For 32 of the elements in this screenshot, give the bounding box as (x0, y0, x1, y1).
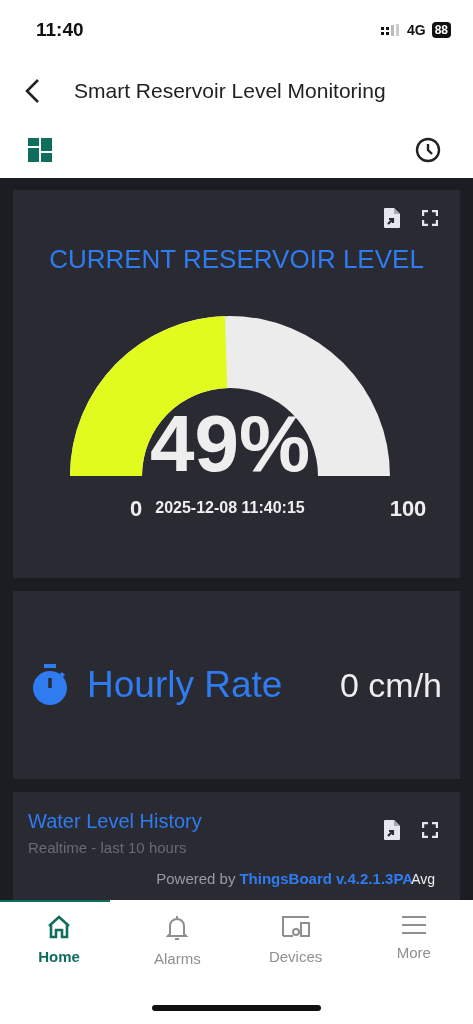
gauge-max-label: 100 (389, 496, 427, 521)
fullscreen-icon[interactable] (422, 210, 438, 226)
back-icon[interactable] (24, 78, 40, 104)
fullscreen-icon[interactable] (422, 822, 438, 838)
rate-value: 0 cm/h (339, 665, 442, 705)
battery-icon: 88 (431, 22, 451, 38)
page-title: Smart Reservoir Level Monitoring (74, 79, 386, 103)
bell-icon[interactable] (164, 914, 191, 942)
gauge-timestamp: 2025-12-08 11:40:15 (155, 499, 305, 516)
card-subtitle: Realtime - last 10 hours (28, 839, 188, 856)
powered-by-text: Powered by (156, 870, 236, 887)
card-title: Water Level History (28, 810, 202, 833)
export-icon[interactable] (384, 820, 400, 840)
nav-tab[interactable]: Home (0, 900, 119, 990)
rate-label: Hourly Rate (87, 664, 283, 706)
dashboard-icon[interactable] (28, 138, 52, 162)
menu-icon[interactable] (399, 914, 428, 936)
gauge-value: 49% (149, 399, 311, 488)
legend-label: Avg (411, 871, 435, 887)
nav-tab[interactable]: Devices (236, 900, 355, 990)
gauge-min-label: 0 (129, 496, 143, 521)
brand-link[interactable]: ThingsBoard v.4.2.1.3PA (239, 870, 414, 887)
devices-icon[interactable] (279, 914, 312, 940)
card-title: CURRENT RESERVOIR LEVEL (48, 244, 425, 275)
nav-tab[interactable]: Alarms (118, 900, 237, 990)
export-icon[interactable] (384, 208, 400, 228)
signal-icon (380, 24, 401, 36)
stopwatch-icon (31, 664, 69, 706)
clock-time: 11:40 (36, 19, 84, 41)
nav-tab[interactable]: More (354, 900, 473, 990)
history-icon[interactable] (415, 137, 441, 163)
network-type: 4G (406, 22, 426, 38)
